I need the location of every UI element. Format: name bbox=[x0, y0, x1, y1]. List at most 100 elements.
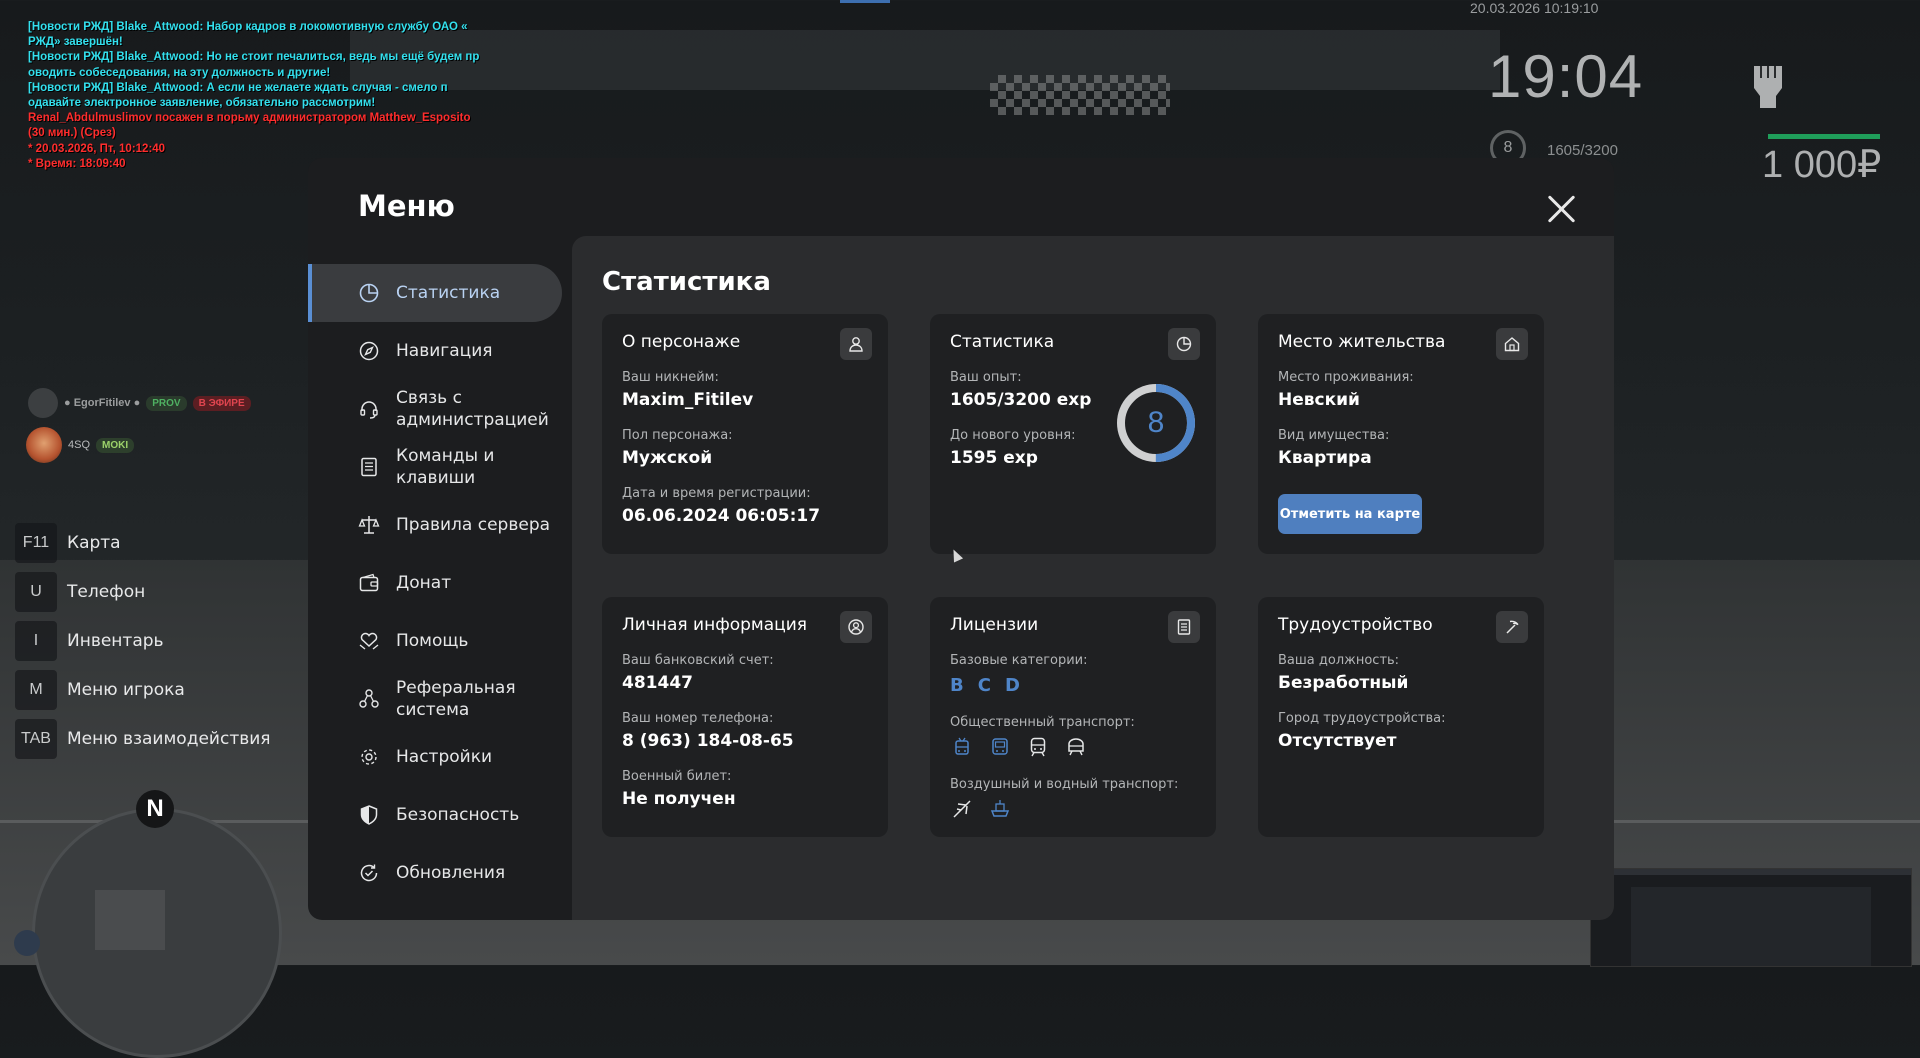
public-transport-label: Общественный транспорт: bbox=[950, 715, 1135, 730]
sidebar-item-label: Реферальная система bbox=[396, 678, 516, 720]
nickname-label: Ваш никнейм: bbox=[622, 370, 719, 385]
mark-on-map-button[interactable]: Отметить на карте bbox=[1278, 494, 1422, 534]
chat-line: Renal_Abdulmuslimov посажен в порьму адм… bbox=[28, 112, 471, 125]
thumbnail-titlebar bbox=[1591, 869, 1911, 875]
sidebar-item-label: Статистика bbox=[396, 283, 501, 303]
refresh-check-icon bbox=[358, 862, 380, 884]
employment-city-label: Город трудоустройства: bbox=[1278, 711, 1446, 726]
menu-sidebar: Статистика Навигация Связь с администрац… bbox=[308, 264, 562, 902]
hotkey-map[interactable]: F11 Карта bbox=[15, 518, 271, 567]
sidebar-item-updates[interactable]: Обновления bbox=[308, 844, 562, 902]
hotkey-inventory[interactable]: I Инвентарь bbox=[15, 616, 271, 665]
gender-value: Мужской bbox=[622, 448, 713, 468]
hotkey-label: Меню игрока bbox=[67, 679, 185, 700]
license-document-icon bbox=[1168, 611, 1200, 643]
sidebar-item-commands[interactable]: Команды и клавиши bbox=[308, 438, 562, 496]
avatar bbox=[26, 427, 62, 463]
air-water-transport-label: Воздушный и водный транспорт: bbox=[950, 777, 1179, 792]
next-level-value: 1595 exp bbox=[950, 448, 1038, 468]
license-category-d: D bbox=[1004, 675, 1020, 696]
base-categories-label: Базовые категории: bbox=[950, 653, 1088, 668]
position-label: Ваша должность: bbox=[1278, 653, 1400, 668]
heart-hands-icon bbox=[358, 630, 380, 652]
sidebar-item-admin-contact[interactable]: Связь с администрацией bbox=[308, 380, 562, 438]
air-water-transport-icons bbox=[950, 797, 1012, 821]
key-label: I bbox=[15, 620, 57, 661]
sidebar-item-label: Правила сервера bbox=[396, 515, 551, 535]
sidebar-item-help[interactable]: Помощь bbox=[308, 612, 562, 670]
card-title: О персонаже bbox=[622, 332, 741, 352]
player-tag: ● EgorFitilev ● PROV В ЭФИРЕ bbox=[28, 388, 251, 418]
trolleybus-icon bbox=[950, 735, 974, 759]
hotkey-label: Инвентарь bbox=[67, 630, 164, 651]
fist-icon bbox=[1746, 56, 1790, 110]
statistics-panel: Статистика О персонаже Ваш никнейм: Maxi… bbox=[572, 236, 1614, 920]
hotkey-phone[interactable]: U Телефон bbox=[15, 567, 271, 616]
key-label: F11 bbox=[15, 522, 57, 563]
sidebar-item-label: Обновления bbox=[396, 863, 506, 883]
level-number: 8 bbox=[1147, 406, 1165, 439]
sidebar-item-label: Донат bbox=[396, 573, 452, 593]
top-indicator bbox=[840, 0, 890, 3]
metro-icon bbox=[1064, 735, 1088, 759]
employment-card: Трудоустройство Ваша должность: Безработ… bbox=[1258, 597, 1544, 837]
hotkey-player-menu[interactable]: M Меню игрока bbox=[15, 665, 271, 714]
sidebar-item-label: Связь с администрацией bbox=[396, 388, 549, 430]
next-level-label: До нового уровня: bbox=[950, 428, 1076, 443]
menu-window: Меню Статистика Навигация Связь с админи… bbox=[308, 158, 1614, 920]
wallet-icon bbox=[358, 572, 380, 594]
hotkey-label: Меню взаимодействия bbox=[67, 728, 271, 749]
sidebar-item-label: Навигация bbox=[396, 341, 493, 361]
close-icon[interactable] bbox=[1547, 194, 1577, 224]
pickaxe-icon bbox=[1496, 611, 1528, 643]
property-value: Квартира bbox=[1278, 448, 1372, 468]
hotkey-interaction-menu[interactable]: TAB Меню взаимодействия bbox=[15, 714, 271, 763]
key-label: U bbox=[15, 571, 57, 612]
sidebar-item-donate[interactable]: Донат bbox=[308, 554, 562, 612]
sidebar-item-label: Команды и клавиши bbox=[396, 446, 495, 488]
sidebar-item-settings[interactable]: Настройки bbox=[308, 728, 562, 786]
avatar bbox=[28, 388, 58, 418]
chat-line: [Новости РЖД] Blake_Attwood: Набор кадро… bbox=[28, 21, 468, 33]
card-title: Трудоустройство bbox=[1278, 615, 1433, 635]
exp-value: 1605/3200 exp bbox=[950, 390, 1092, 410]
sidebar-item-security[interactable]: Безопасность bbox=[308, 786, 562, 844]
train-icon bbox=[1026, 735, 1050, 759]
bank-account-value: 481447 bbox=[622, 673, 693, 693]
scales-icon bbox=[358, 514, 380, 536]
chat-line: РЖД» завершён! bbox=[28, 36, 123, 49]
thumbnail-content bbox=[1631, 887, 1871, 966]
license-category-b: B bbox=[950, 675, 964, 696]
chat-line: одавайте электронное заявление, обязател… bbox=[28, 97, 376, 110]
player-tag: 4SQ MOKI bbox=[26, 427, 135, 463]
card-title: Статистика bbox=[950, 332, 1055, 352]
key-label: M bbox=[15, 669, 57, 710]
residence-place-value: Невский bbox=[1278, 390, 1360, 410]
sidebar-item-label: Настройки bbox=[396, 747, 493, 767]
chat-log: [Новости РЖД] Blake_Attwood: Набор кадро… bbox=[28, 20, 498, 172]
chat-line: оводить собеседования, на эту должность … bbox=[28, 66, 331, 79]
character-card: О персонаже Ваш никнейм: Maxim_Fitilev П… bbox=[602, 314, 888, 554]
sidebar-item-referral[interactable]: Реферальная система bbox=[308, 670, 562, 728]
sidebar-item-navigation[interactable]: Навигация bbox=[308, 322, 562, 380]
shield-icon bbox=[358, 804, 380, 826]
nickname-value: Maxim_Fitilev bbox=[622, 390, 754, 410]
document-list-icon bbox=[358, 456, 380, 478]
sidebar-item-rules[interactable]: Правила сервера bbox=[308, 496, 562, 554]
ship-icon bbox=[988, 797, 1012, 821]
residence-place-label: Место проживания: bbox=[1278, 370, 1414, 385]
window-thumbnail[interactable] bbox=[1590, 868, 1912, 967]
compass-icon bbox=[358, 340, 380, 362]
licenses-card: Лицензии Базовые категории: B C D Общест… bbox=[930, 597, 1216, 837]
employment-city-value: Отсутствует bbox=[1278, 731, 1397, 751]
sidebar-item-label: Помощь bbox=[396, 631, 469, 651]
status-badge: В ЭФИРЕ bbox=[192, 395, 251, 411]
bank-account-label: Ваш банковский счет: bbox=[622, 653, 774, 668]
card-title: Лицензии bbox=[950, 615, 1039, 635]
hud-date: 20.03.2026 10:19:10 bbox=[1470, 0, 1599, 16]
menu-title: Меню bbox=[358, 189, 455, 223]
sidebar-item-statistics[interactable]: Статистика bbox=[308, 264, 562, 322]
exp-label: Ваш опыт: bbox=[950, 370, 1022, 385]
user-circle-icon bbox=[840, 611, 872, 643]
hotkey-label: Телефон bbox=[67, 581, 146, 602]
